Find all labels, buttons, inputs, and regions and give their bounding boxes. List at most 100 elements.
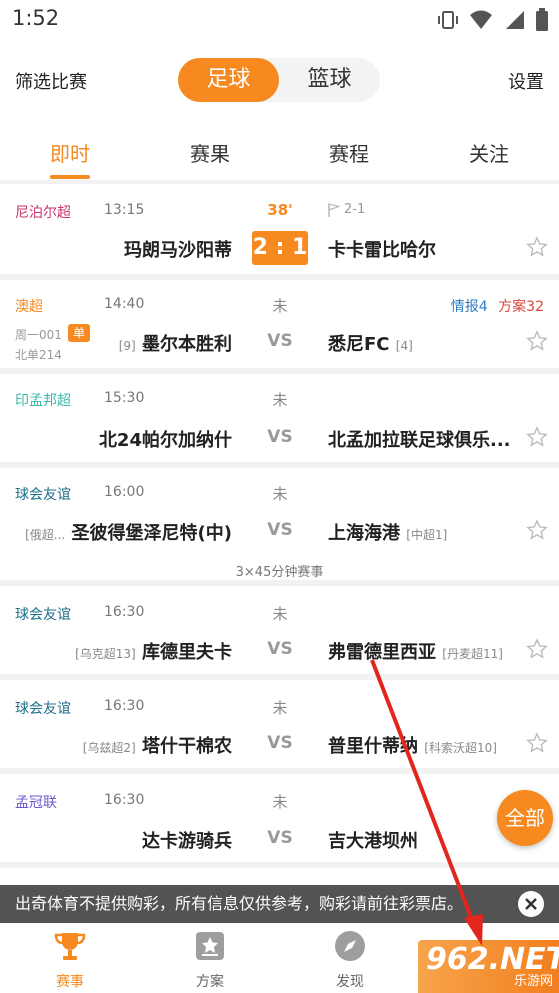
home-team: 达卡游骑兵 xyxy=(142,831,232,852)
status-bar: 1:52 xyxy=(0,0,559,40)
match-card[interactable]: 尼泊尔超 13:15 38' 2-1 玛朗马沙阳蒂 2 : 1 卡卡雷比哈尔 xyxy=(0,184,559,274)
wifi-icon xyxy=(470,10,492,29)
tab-schedule[interactable]: 赛程 xyxy=(309,138,389,167)
match-card[interactable]: 孟冠联 16:30 未 达卡游骑兵 VS 吉大港坝州 xyxy=(0,774,559,862)
away-team-name: 弗雷德里西亚 xyxy=(328,642,436,663)
nav-matches-label: 赛事 xyxy=(56,974,84,990)
lottery-code-2: 北单214 xyxy=(15,348,62,362)
tab-live[interactable]: 即时 xyxy=(30,138,110,167)
info-links: 情报4 方案32 xyxy=(451,296,544,316)
nav-plans-label: 方案 xyxy=(196,974,224,990)
match-card[interactable]: 球会友谊 16:00 未 [俄超... 圣彼得堡泽尼特(中) VS 上海海港 [… xyxy=(0,468,559,580)
plan-link[interactable]: 方案32 xyxy=(498,299,544,315)
league-name: 尼泊尔超 xyxy=(15,205,71,221)
kickoff-time: 16:30 xyxy=(104,604,145,620)
home-team: [9] 墨尔本胜利 xyxy=(119,330,232,356)
away-rank: [4] xyxy=(395,339,413,353)
favorite-star-icon[interactable] xyxy=(526,330,548,352)
match-card[interactable]: 澳超 14:40 未 情报4 方案32 周一001 单 北单214 [9] 墨尔… xyxy=(0,280,559,368)
single-badge: 单 xyxy=(68,324,90,342)
kickoff-time: 13:15 xyxy=(104,202,145,218)
home-team: 北24帕尔加纳什 xyxy=(98,430,232,451)
star-badge-icon xyxy=(196,932,224,960)
status-time: 1:52 xyxy=(12,6,60,30)
favorite-star-icon[interactable] xyxy=(526,638,548,660)
vibrate-icon xyxy=(438,11,458,29)
score-box: 2 : 1 xyxy=(252,231,308,265)
away-team: 悉尼FC [4] xyxy=(328,330,413,356)
match-tabs: 即时 赛果 赛程 关注 xyxy=(0,120,559,180)
away-team-name: 普里什蒂纳 xyxy=(328,736,418,757)
lottery-code: 周一001 xyxy=(15,328,62,342)
away-rank: [丹麦超11] xyxy=(442,647,503,661)
away-team: 北孟加拉联足球俱乐... xyxy=(328,430,511,451)
league-name: 印孟邦超 xyxy=(15,393,71,409)
away-rank: [中超1] xyxy=(406,528,448,542)
sport-tab-basketball[interactable]: 篮球 xyxy=(279,58,380,102)
battery-icon xyxy=(536,8,548,31)
match-status: 未 xyxy=(272,699,288,717)
away-team-name: 上海海港 xyxy=(328,523,400,544)
nav-discover[interactable]: 发现 xyxy=(305,929,395,991)
home-team-name: 塔什干棉农 xyxy=(142,736,232,757)
league-name: 球会友谊 xyxy=(15,607,71,623)
kickoff-time: 14:40 xyxy=(104,296,145,312)
league-name: 球会友谊 xyxy=(15,487,71,503)
tab-active-indicator xyxy=(50,175,90,179)
favorite-star-icon[interactable] xyxy=(526,236,548,258)
settings-button[interactable]: 设置 xyxy=(508,68,544,94)
league-name: 孟冠联 xyxy=(15,795,57,811)
home-team-name: 圣彼得堡泽尼特(中) xyxy=(71,523,232,544)
favorite-star-icon[interactable] xyxy=(526,732,548,754)
favorite-star-icon[interactable] xyxy=(526,426,548,448)
sport-switch: 足球 篮球 xyxy=(178,58,380,102)
away-team: 弗雷德里西亚 [丹麦超11] xyxy=(328,638,503,664)
nav-plans[interactable]: 方案 xyxy=(165,929,255,991)
home-team-name: 墨尔本胜利 xyxy=(142,334,232,355)
home-team: 玛朗马沙阳蒂 xyxy=(124,240,232,261)
disclaimer-text: 出奇体育不提供购彩，所有信息仅供参考，购彩请前往彩票店。 xyxy=(15,894,464,913)
match-card[interactable]: 球会友谊 16:30 未 [乌克超13] 库德里夫卡 VS 弗雷德里西亚 [丹麦… xyxy=(0,586,559,674)
all-filter-fab[interactable]: 全部 xyxy=(497,790,553,846)
kickoff-time: 16:00 xyxy=(104,484,145,500)
match-card[interactable]: 印孟邦超 15:30 未 北24帕尔加纳什 VS 北孟加拉联足球俱乐... xyxy=(0,374,559,462)
away-rank: [科索沃超10] xyxy=(424,741,497,755)
header: 筛选比赛 足球 篮球 设置 xyxy=(0,40,559,120)
away-team: 普里什蒂纳 [科索沃超10] xyxy=(328,732,497,758)
match-minute: 38' xyxy=(267,201,293,219)
away-team-name: 悉尼FC xyxy=(328,334,390,355)
nav-discover-label: 发现 xyxy=(336,974,364,990)
league-name: 澳超 xyxy=(15,299,43,315)
home-team: [俄超... 圣彼得堡泽尼特(中) xyxy=(25,519,232,545)
match-card[interactable]: 球会友谊 16:30 未 [乌兹超2] 塔什干棉农 VS 普里什蒂纳 [科索沃超… xyxy=(0,680,559,768)
match-status: 未 xyxy=(272,793,288,811)
kickoff-time: 15:30 xyxy=(104,390,145,406)
vs-label: VS xyxy=(267,331,293,351)
kickoff-time: 16:30 xyxy=(104,698,145,714)
away-team: 上海海港 [中超1] xyxy=(328,519,447,545)
home-team: [乌克超13] 库德里夫卡 xyxy=(75,638,232,664)
match-status: 未 xyxy=(272,605,288,623)
status-icons xyxy=(437,8,549,32)
match-status: 未 xyxy=(272,297,288,315)
sport-tab-football[interactable]: 足球 xyxy=(178,58,279,102)
nav-matches[interactable]: 赛事 xyxy=(25,929,115,991)
disclaimer-bar: 出奇体育不提供购彩，所有信息仅供参考，购彩请前往彩票店。 xyxy=(0,885,559,923)
tab-favorites[interactable]: 关注 xyxy=(449,138,529,167)
trophy-icon xyxy=(54,933,86,960)
compass-icon xyxy=(335,931,365,961)
home-rank: [乌兹超2] xyxy=(82,741,136,755)
watermark-subtitle: 乐游网 xyxy=(513,974,553,989)
intel-link[interactable]: 情报4 xyxy=(451,299,488,315)
close-notice-button[interactable] xyxy=(518,891,544,917)
vs-label: VS xyxy=(267,427,293,447)
tab-results[interactable]: 赛果 xyxy=(170,138,250,167)
vs-label: VS xyxy=(267,520,293,540)
flag-icon xyxy=(328,202,340,217)
home-rank: [俄超... xyxy=(25,528,66,542)
corner-value: 2-1 xyxy=(344,202,366,217)
home-rank: [9] xyxy=(118,339,136,353)
favorite-star-icon[interactable] xyxy=(526,519,548,541)
filter-matches-button[interactable]: 筛选比赛 xyxy=(15,68,87,94)
kickoff-time: 16:30 xyxy=(104,792,145,808)
